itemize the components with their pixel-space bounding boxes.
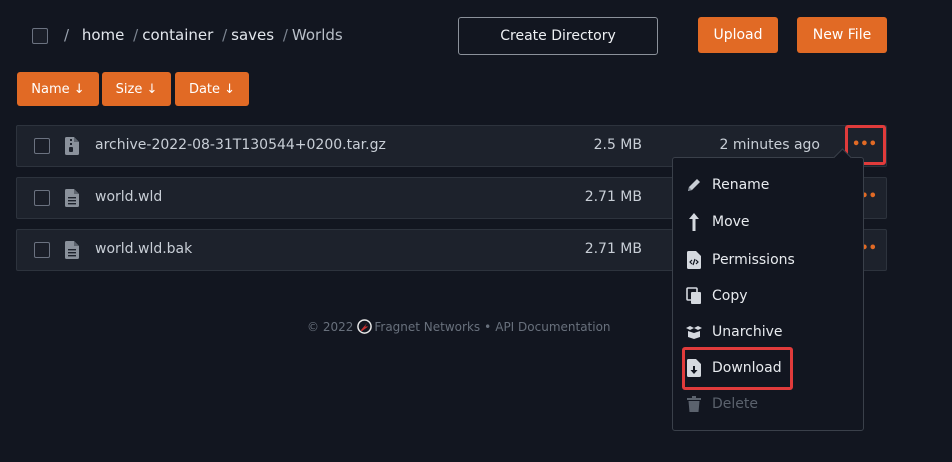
file-size: 2.5 MB	[593, 137, 642, 153]
breadcrumb-root-separator: /	[64, 26, 70, 44]
menu-item-label: Permissions	[712, 252, 795, 268]
footer-copyright: © 2022	[307, 319, 354, 334]
file-code-icon	[685, 251, 703, 269]
arrow-up-icon	[685, 213, 703, 231]
sort-date-button[interactable]: Date ↓	[175, 72, 249, 106]
create-directory-button[interactable]: Create Directory	[458, 17, 658, 55]
footer-api-docs-link[interactable]: API Documentation	[495, 320, 610, 334]
breadcrumb-saves[interactable]: saves	[231, 26, 274, 44]
file-size: 2.71 MB	[584, 241, 642, 257]
menu-item-permissions[interactable]: Permissions	[685, 248, 795, 272]
copy-icon	[685, 287, 703, 305]
fragnet-logo-icon	[357, 319, 373, 334]
file-name[interactable]: world.wld.bak	[95, 241, 192, 257]
new-file-button[interactable]: New File	[797, 17, 887, 53]
menu-item-label: Rename	[712, 177, 770, 193]
menu-item-rename[interactable]: Rename	[685, 173, 769, 197]
menu-item-label: Delete	[712, 396, 758, 412]
trash-icon	[685, 395, 703, 413]
archive-file-icon	[65, 137, 79, 155]
file-name[interactable]: archive-2022-08-31T130544+0200.tar.gz	[95, 137, 386, 153]
menu-item-unarchive[interactable]: Unarchive	[685, 320, 783, 344]
select-all-checkbox[interactable]	[32, 28, 48, 44]
breadcrumb-home[interactable]: home	[82, 26, 125, 44]
row-checkbox[interactable]	[34, 242, 50, 258]
file-name[interactable]: world.wld	[95, 189, 162, 205]
menu-item-delete: Delete	[685, 392, 758, 416]
menu-item-label: Move	[712, 214, 750, 230]
menu-item-move[interactable]: Move	[685, 210, 750, 234]
box-open-icon	[685, 323, 703, 341]
pencil-icon	[685, 176, 703, 194]
download-highlight	[682, 347, 793, 390]
menu-item-label: Copy	[712, 288, 748, 304]
document-icon	[65, 189, 79, 207]
sort-size-button[interactable]: Size ↓	[102, 72, 171, 106]
sort-name-button[interactable]: Name ↓	[17, 72, 99, 106]
upload-button[interactable]: Upload	[698, 17, 778, 53]
breadcrumb-current: Worlds	[291, 26, 343, 44]
breadcrumb-container[interactable]: container	[142, 26, 213, 44]
footer-dot: •	[484, 319, 492, 334]
breadcrumb: / home / container / saves / Worlds	[64, 26, 343, 44]
file-size: 2.71 MB	[584, 189, 642, 205]
footer-company-link[interactable]: Fragnet Networks	[374, 320, 480, 334]
document-icon	[65, 241, 79, 259]
file-modified: 2 minutes ago	[719, 137, 820, 153]
row-checkbox[interactable]	[34, 190, 50, 206]
menu-item-label: Unarchive	[712, 324, 783, 340]
row-checkbox[interactable]	[34, 138, 50, 154]
menu-item-copy[interactable]: Copy	[685, 284, 748, 308]
footer: © 2022 Fragnet Networks • API Documentat…	[307, 319, 611, 334]
